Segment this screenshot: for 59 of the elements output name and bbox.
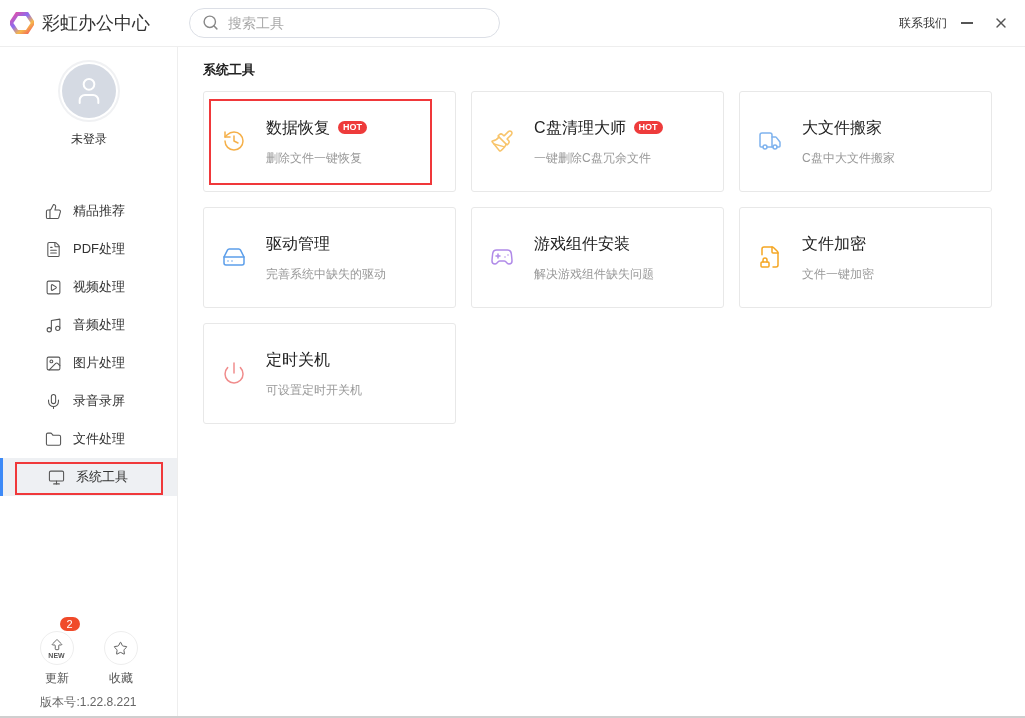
monitor-icon <box>48 468 65 486</box>
favorites-label: 收藏 <box>108 670 133 687</box>
tool-card[interactable]: 数据恢复 HOT 删除文件一键恢复 <box>203 90 456 192</box>
up-arrow-icon <box>49 637 64 652</box>
truck-icon <box>758 129 782 153</box>
microphone-icon <box>45 392 62 410</box>
sidebar-item[interactable]: 文件处理 <box>0 420 177 458</box>
file-lock-icon <box>758 245 782 269</box>
sidebar-item[interactable]: 录音录屏 <box>0 382 177 420</box>
sidebar-item[interactable]: 音频处理 <box>0 306 177 344</box>
sidebar-item[interactable]: 视频处理 <box>0 268 177 306</box>
tool-name: 定时关机 <box>266 349 330 370</box>
tool-card[interactable]: 定时关机 可设置定时开关机 <box>203 322 456 424</box>
tool-name: 游戏组件安装 <box>534 233 630 254</box>
hot-badge: HOT <box>338 121 367 134</box>
pdf-file-icon <box>45 240 62 258</box>
thumbs-up-icon <box>45 202 62 220</box>
hot-badge: HOT <box>633 121 663 134</box>
minimize-icon <box>961 22 973 24</box>
sidebar-item[interactable]: 图片处理 <box>0 344 177 382</box>
tool-name: 驱动管理 <box>266 233 330 254</box>
tool-card[interactable]: 大文件搬家 C盘中大文件搬家 <box>739 90 992 192</box>
tool-description: 解决游戏组件缺失问题 <box>534 265 654 283</box>
tool-name: 数据恢复 <box>266 117 330 138</box>
search-icon <box>202 14 219 31</box>
section-title: 系统工具 <box>203 61 256 79</box>
tool-card[interactable]: 文件加密 文件一键加密 <box>739 206 992 308</box>
tool-name: 大文件搬家 <box>802 117 882 138</box>
image-icon <box>45 354 62 372</box>
login-status: 未登录 <box>70 131 107 148</box>
play-icon <box>45 278 62 296</box>
tool-description: C盘中大文件搬家 <box>802 149 895 167</box>
music-note-icon <box>45 316 62 334</box>
tool-card[interactable]: C盘清理大师 HOT 一键删除C盘冗余文件 <box>471 90 724 192</box>
sidebar-item[interactable]: PDF处理 <box>0 230 177 268</box>
sidebar-item[interactable]: 系统工具 <box>0 458 177 496</box>
contact-link[interactable]: 联系我们 <box>899 14 947 32</box>
app-title: 彩虹办公中心 <box>42 11 150 35</box>
brush-icon <box>490 129 514 153</box>
update-label: 更新 <box>44 670 69 687</box>
star-icon <box>113 640 128 656</box>
update-count-badge: 2 <box>59 617 80 631</box>
power-icon <box>222 361 246 385</box>
tool-card[interactable]: 驱动管理 完善系统中缺失的驱动 <box>203 206 456 308</box>
drive-icon <box>222 245 246 269</box>
folder-icon <box>45 430 62 448</box>
history-icon <box>222 129 246 153</box>
sidebar-item[interactable]: 精品推荐 <box>0 192 177 230</box>
tool-description: 完善系统中缺失的驱动 <box>266 265 386 283</box>
tool-description: 可设置定时开关机 <box>266 381 362 399</box>
tool-description: 文件一键加密 <box>802 265 874 283</box>
rainbow-hexagon-logo <box>10 11 34 35</box>
tool-name: C盘清理大师 <box>534 117 626 138</box>
tool-name: 文件加密 <box>802 233 866 254</box>
version-text: 版本号:1.22.8.221 <box>40 694 137 711</box>
search-field[interactable]: 搜索工具 <box>189 8 500 38</box>
tool-description: 一键删除C盘冗余文件 <box>534 149 652 167</box>
tool-card[interactable]: 游戏组件安装 解决游戏组件缺失问题 <box>471 206 724 308</box>
tool-description: 删除文件一键恢复 <box>266 149 363 167</box>
